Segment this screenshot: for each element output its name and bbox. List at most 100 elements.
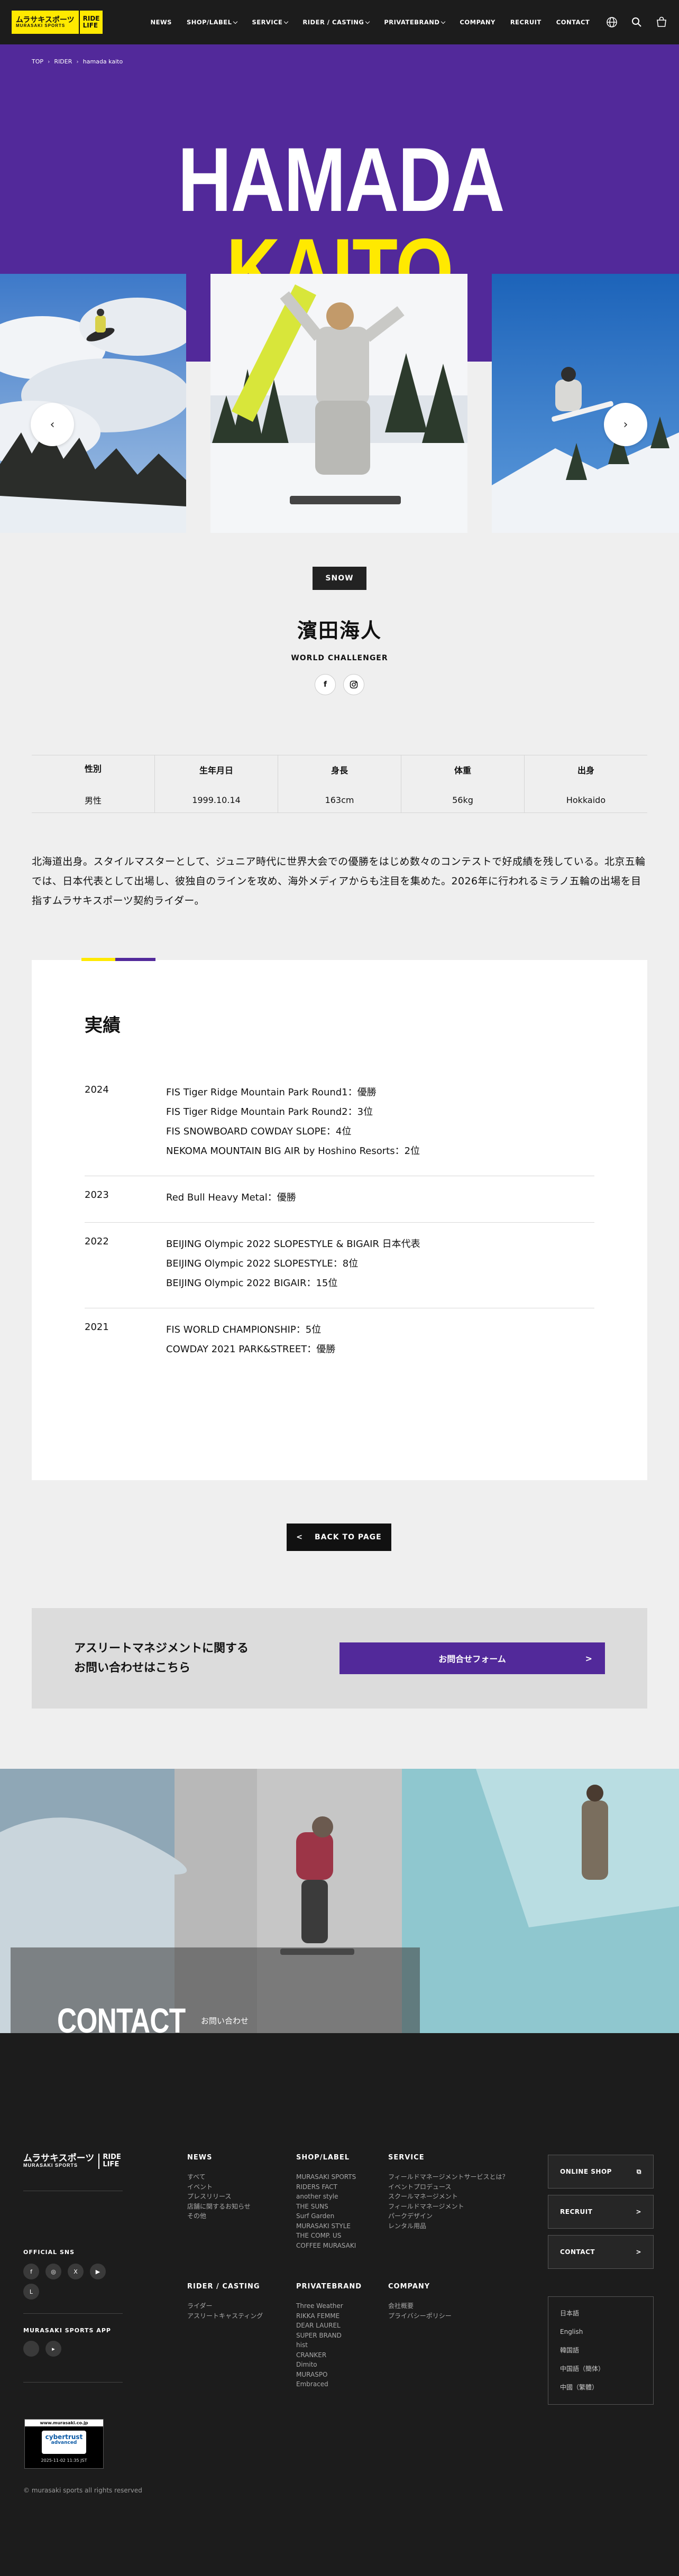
footer-col-title[interactable]: NEWS <box>187 2154 251 2162</box>
language-option[interactable]: 韓国語 <box>560 2341 641 2360</box>
footer-logo[interactable]: ムラサキスポーツ MURASAKI SPORTS RIDE LIFE <box>23 2153 121 2169</box>
footer-logo-sub-text: MURASAKI SPORTS <box>23 2162 78 2168</box>
footer-link[interactable]: MURASPO <box>296 2370 362 2380</box>
seal-sub: advanced <box>51 2440 77 2446</box>
nav-rider-casting[interactable]: RIDER / CASTING <box>302 19 370 26</box>
language-option[interactable]: 中国語（簡体） <box>560 2360 641 2378</box>
footer-col-title[interactable]: RIDER / CASTING <box>187 2283 263 2291</box>
footer-link[interactable]: レンタル用品 <box>388 2221 509 2231</box>
record-row: 2024 FIS Tiger Ridge Mountain Park Round… <box>85 1083 594 1176</box>
nav-privatebrand[interactable]: PRIVATEBRAND <box>384 19 446 26</box>
recruit-button[interactable]: RECRUIT > <box>548 2195 654 2229</box>
chevron-left-icon: ‹ <box>50 418 55 431</box>
stat-value: Hokkaido <box>566 795 606 805</box>
contact-form-button[interactable]: お問合せフォーム > <box>340 1642 605 1674</box>
footer-link[interactable]: another style <box>296 2192 356 2202</box>
record-year: 2024 <box>85 1084 109 1095</box>
nav-recruit[interactable]: RECRUIT <box>510 19 542 26</box>
footer-link[interactable]: MURASAKI STYLE <box>296 2221 356 2231</box>
footer-link[interactable]: hist <box>296 2340 362 2350</box>
contact-button[interactable]: CONTACT > <box>548 2235 654 2269</box>
facebook-icon[interactable]: f <box>23 2264 39 2279</box>
cta-line: お問い合わせはこちら <box>74 1661 191 1675</box>
footer-col-title[interactable]: SERVICE <box>388 2154 509 2162</box>
footer-link[interactable]: Embraced <box>296 2379 362 2389</box>
footer-link[interactable]: RIKKA FEMME <box>296 2311 362 2321</box>
footer-link[interactable]: THE SUNS <box>296 2202 356 2212</box>
stat-birthday: 生年月日 1999.10.14 <box>154 755 278 812</box>
footer-link[interactable]: THE COMP. US <box>296 2231 356 2241</box>
sns-links-row2: L <box>23 2284 39 2300</box>
recruit-label: RECRUIT <box>560 2208 593 2215</box>
footer-link[interactable]: DEAR LAUREL <box>296 2321 362 2331</box>
facebook-icon[interactable]: f <box>315 674 336 695</box>
slider-prev-button[interactable]: ‹ <box>31 403 74 446</box>
footer-link[interactable]: プライバシーポリシー <box>388 2311 452 2321</box>
footer-col-title[interactable]: COMPANY <box>388 2283 452 2291</box>
record-item: BEIJING Olympic 2022 BIGAIR：15位 <box>166 1278 338 1289</box>
nav-news[interactable]: NEWS <box>150 19 171 26</box>
management-contact-banner: アスリートマネジメントに関する お問い合わせはこちら お問合せフォーム > <box>32 1608 647 1709</box>
apple-icon[interactable] <box>23 2341 39 2357</box>
online-shop-label: ONLINE SHOP <box>560 2168 612 2175</box>
cart-icon[interactable] <box>656 16 667 28</box>
x-icon[interactable]: X <box>68 2264 84 2279</box>
footer-link[interactable]: イベントプロデュース <box>388 2182 509 2192</box>
breadcrumb-rider[interactable]: RIDER <box>54 58 72 65</box>
divider <box>23 2382 123 2383</box>
slider-next-button[interactable]: › <box>604 403 647 446</box>
footer-link[interactable]: Surf Garden <box>296 2211 356 2221</box>
line-icon[interactable]: L <box>23 2284 39 2300</box>
rider-photo <box>492 274 679 533</box>
footer-link[interactable]: パークデザイン <box>388 2211 509 2221</box>
footer-link[interactable]: フィールドマネージメントサービスとは？ <box>388 2172 509 2182</box>
footer-link[interactable]: イベント <box>187 2182 251 2192</box>
footer-link[interactable]: プレスリリース <box>187 2192 251 2202</box>
contact-section[interactable]: CONTACT お問い合わせ <box>0 1769 679 2033</box>
accent-bar <box>81 958 155 961</box>
language-option[interactable]: 日本語 <box>560 2304 641 2323</box>
globe-icon[interactable] <box>606 16 618 28</box>
nav-service[interactable]: SERVICE <box>252 19 289 26</box>
footer-link[interactable]: 会社概要 <box>388 2301 452 2311</box>
google-play-icon[interactable]: ▸ <box>45 2341 61 2357</box>
language-option[interactable]: 中國（繁體） <box>560 2378 641 2397</box>
rider-name: 濱田海人 <box>297 619 382 642</box>
record-row: 2023 Red Bull Heavy Metal：優勝 <box>85 1176 594 1223</box>
footer-link[interactable]: すべて <box>187 2172 251 2182</box>
online-shop-button[interactable]: ONLINE SHOP ⧉ <box>548 2155 654 2189</box>
footer-link[interactable]: フィールドマネージメント <box>388 2202 509 2212</box>
nav-label: RECRUIT <box>510 19 542 26</box>
footer-logo-main-text: ムラサキスポーツ <box>23 2153 95 2163</box>
footer-link[interactable]: COFFEE MURASAKI <box>296 2241 356 2251</box>
footer-link[interactable]: CRANKER <box>296 2350 362 2360</box>
footer-link[interactable]: MURASAKI SPORTS <box>296 2172 356 2182</box>
instagram-icon[interactable]: ◎ <box>45 2264 61 2279</box>
language-option[interactable]: English <box>560 2323 641 2341</box>
logo-ride-life: RIDE LIFE <box>78 11 103 34</box>
footer-col-title[interactable]: PRIVATEBRAND <box>296 2283 362 2291</box>
search-icon[interactable] <box>631 17 642 27</box>
site-logo[interactable]: ムラサキスポーツ MURASAKI SPORTS RIDE LIFE <box>12 11 103 34</box>
footer-link[interactable]: スクールマネージメント <box>388 2192 509 2202</box>
footer-link[interactable]: RIDERS FACT <box>296 2182 356 2192</box>
footer-link[interactable]: ライダー <box>187 2301 263 2311</box>
ssl-seal[interactable]: www.murasaki.co.jp cybertrust advanced 20… <box>24 2419 104 2469</box>
footer-link[interactable]: Dimito <box>296 2360 362 2370</box>
back-to-page-button[interactable]: < BACK TO PAGE <box>287 1524 391 1551</box>
chevron-right-icon: > <box>636 2248 641 2256</box>
nav-company[interactable]: COMPANY <box>460 19 495 26</box>
nav-contact[interactable]: CONTACT <box>556 19 590 26</box>
youtube-icon[interactable]: ▶ <box>90 2264 106 2279</box>
footer-col-title[interactable]: SHOP/LABEL <box>296 2154 356 2162</box>
photo-slider: ‹ › <box>0 274 679 533</box>
footer-link[interactable]: 店舗に関するお知らせ <box>187 2202 251 2212</box>
footer-link[interactable]: アスリートキャスティング <box>187 2311 263 2321</box>
breadcrumb-top[interactable]: TOP <box>32 58 43 65</box>
stat-weight: 体重 56kg <box>401 755 524 812</box>
footer-link[interactable]: その他 <box>187 2211 251 2221</box>
instagram-icon[interactable] <box>343 674 364 695</box>
footer-link[interactable]: SUPER BRAND <box>296 2331 362 2341</box>
footer-link[interactable]: Three Weather <box>296 2301 362 2311</box>
nav-shop-label[interactable]: SHOP/LABEL <box>187 19 238 26</box>
